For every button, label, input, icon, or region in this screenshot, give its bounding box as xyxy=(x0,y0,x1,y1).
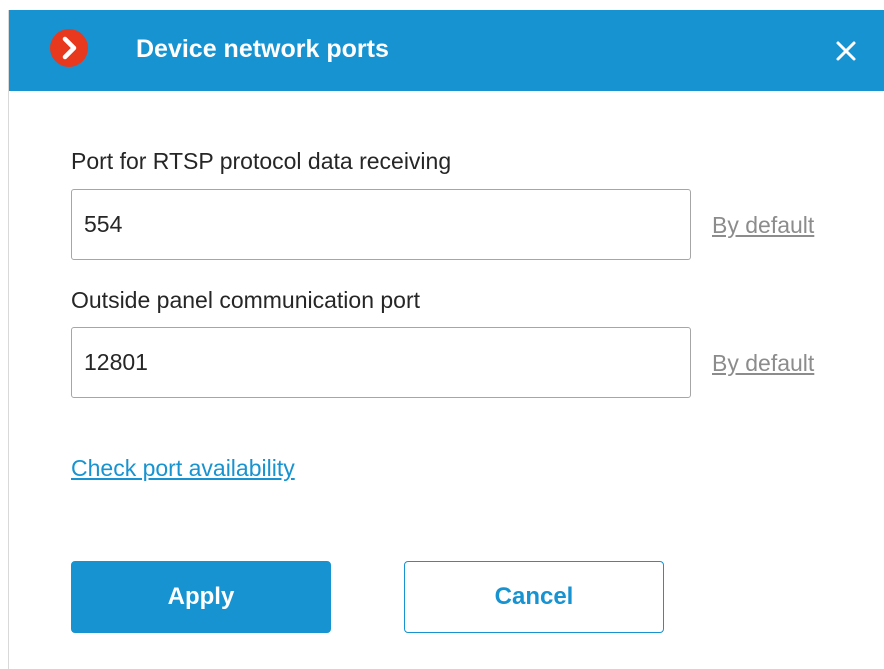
rtsp-port-label: Port for RTSP protocol data receiving xyxy=(71,148,452,174)
close-icon xyxy=(836,41,856,61)
device-network-ports-dialog: Device network ports Port for RTSP proto… xyxy=(8,10,884,669)
arrow-right-circle-icon xyxy=(50,29,88,67)
check-port-availability-link[interactable]: Check port availability xyxy=(71,455,295,482)
dialog-title: Device network ports xyxy=(136,35,389,63)
rtsp-port-default-link[interactable]: By default xyxy=(712,212,814,239)
close-button[interactable] xyxy=(831,36,861,66)
apply-button[interactable]: Apply xyxy=(71,561,331,633)
panel-port-default-link[interactable]: By default xyxy=(712,350,814,377)
panel-port-label: Outside panel communication port xyxy=(71,287,421,313)
rtsp-port-input[interactable] xyxy=(71,189,691,260)
panel-port-input[interactable] xyxy=(71,327,691,398)
dialog-titlebar: Device network ports xyxy=(9,10,884,91)
cancel-button[interactable]: Cancel xyxy=(404,561,664,633)
